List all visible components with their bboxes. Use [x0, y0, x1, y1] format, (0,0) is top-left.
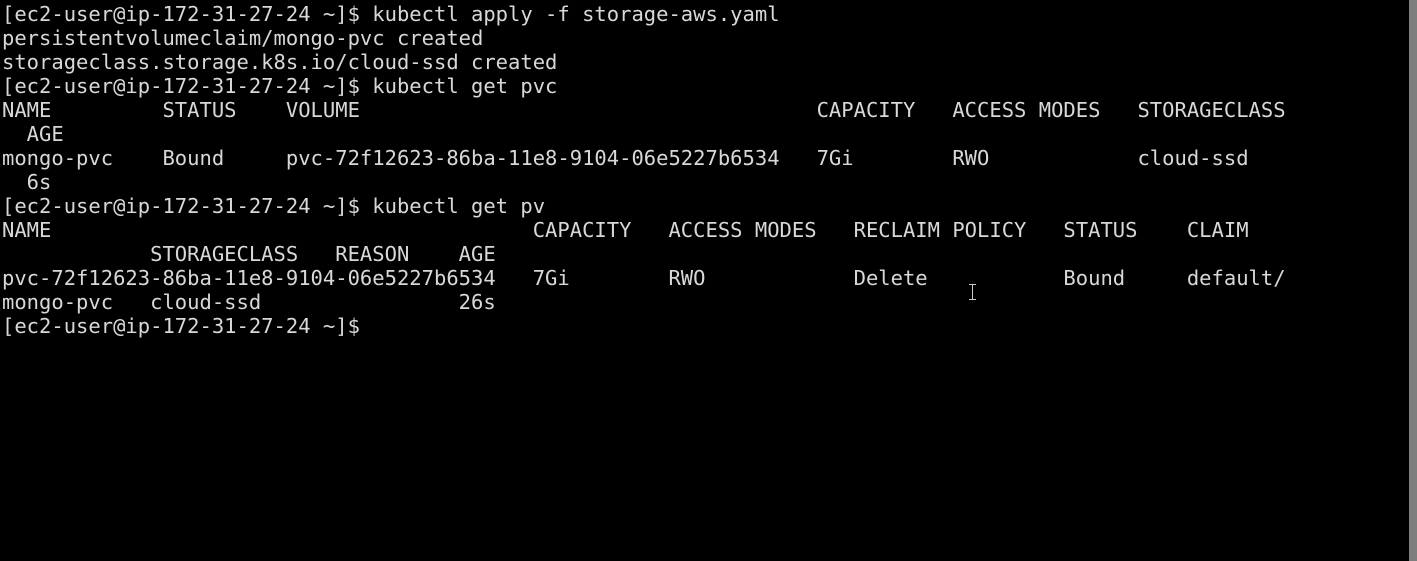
table-header: NAME CAPACITY ACCESS MODES RECLAIM POLIC…	[2, 218, 1249, 242]
window-border	[1409, 0, 1417, 561]
prompt-line: [ec2-user@ip-172-31-27-24 ~]$	[2, 314, 360, 338]
terminal-window: [ec2-user@ip-172-31-27-24 ~]$ kubectl ap…	[0, 0, 1417, 561]
table-row: mongo-pvc cloud-ssd 26s	[2, 290, 496, 314]
table-header: NAME STATUS VOLUME CAPACITY ACCESS MODES…	[2, 98, 1286, 122]
terminal-output[interactable]: [ec2-user@ip-172-31-27-24 ~]$ kubectl ap…	[2, 2, 1407, 559]
command-line: [ec2-user@ip-172-31-27-24 ~]$ kubectl ap…	[2, 2, 780, 26]
command-line: [ec2-user@ip-172-31-27-24 ~]$ kubectl ge…	[2, 74, 558, 98]
text-cursor-icon	[968, 284, 978, 300]
output-line: storageclass.storage.k8s.io/cloud-ssd cr…	[2, 50, 558, 74]
table-row: pvc-72f12623-86ba-11e8-9104-06e5227b6534…	[2, 266, 1286, 290]
output-line: persistentvolumeclaim/mongo-pvc created	[2, 26, 484, 50]
table-row: mongo-pvc Bound pvc-72f12623-86ba-11e8-9…	[2, 146, 1249, 170]
table-header: STORAGECLASS REASON AGE	[2, 242, 496, 266]
table-header: AGE	[2, 122, 64, 146]
command-line: [ec2-user@ip-172-31-27-24 ~]$ kubectl ge…	[2, 194, 546, 218]
table-row: 6s	[2, 170, 52, 194]
